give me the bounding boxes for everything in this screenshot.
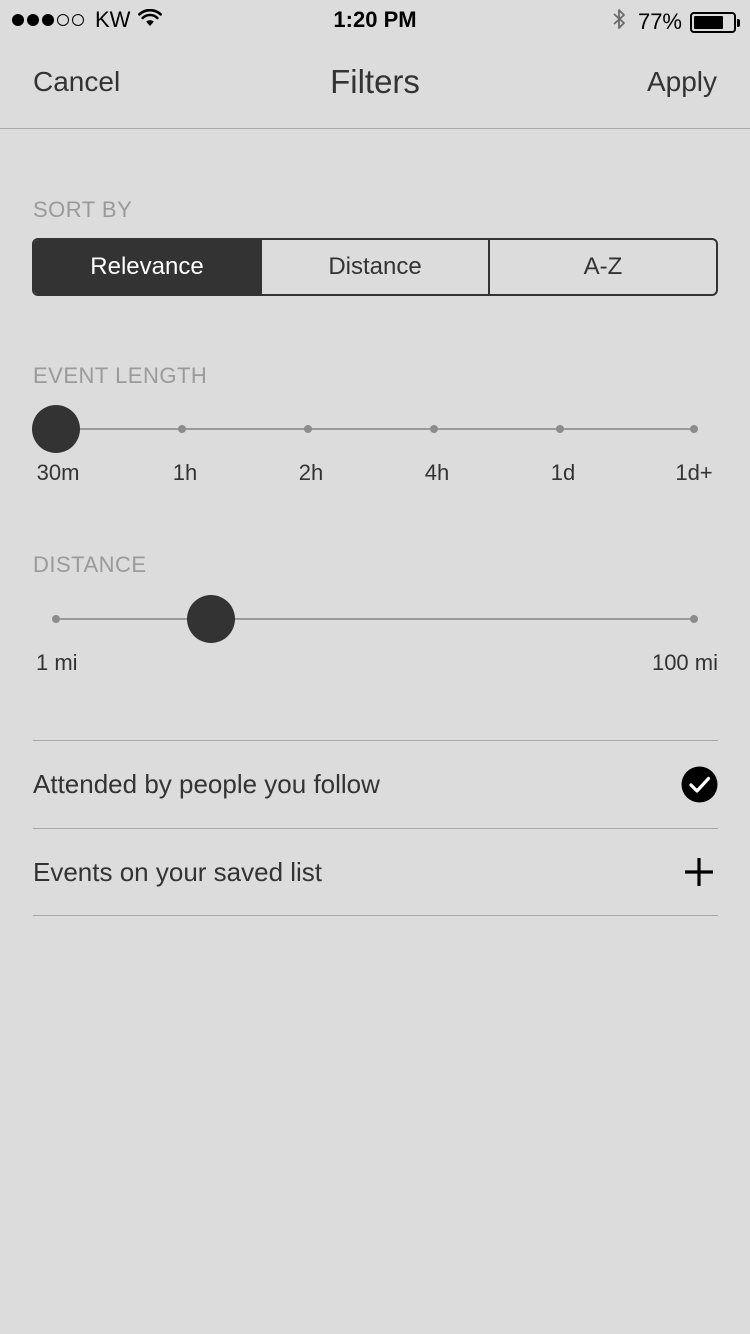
event-length-tick [556, 425, 564, 433]
status-bar: KW 1:20 PM 77% [0, 0, 750, 40]
battery-percentage: 77% [637, 9, 682, 34]
event-length-stop-label: 1d [550, 460, 576, 485]
checkmark-circle-icon[interactable] [680, 766, 718, 804]
filter-row-attended-by-followed[interactable]: Attended by people you follow [33, 740, 718, 828]
sort-option-a-z[interactable]: A-Z [488, 240, 716, 294]
event-length-stop-label: 2h [298, 460, 324, 485]
bluetooth-icon [612, 7, 626, 37]
filters-screen: KW 1:20 PM 77% Cancel Filters Apply SORT… [0, 0, 750, 1334]
distance-thumb[interactable] [186, 595, 235, 643]
event-length-tick [304, 425, 312, 433]
apply-button[interactable]: Apply [647, 66, 717, 98]
distance-label: DISTANCE [33, 552, 147, 577]
event-length-tick [430, 425, 438, 433]
event-length-track[interactable] [56, 428, 694, 430]
event-length-stop-label: 1d+ [675, 460, 713, 485]
event-length-tick [178, 425, 186, 433]
page-title: Filters [330, 63, 420, 100]
plus-icon[interactable] [680, 853, 718, 891]
filter-row-label: Attended by people you follow [33, 769, 380, 799]
nav-bar: Cancel Filters Apply [0, 40, 750, 129]
event-length-stop-label: 4h [424, 460, 450, 485]
sort-by-segmented-control: Relevance Distance A-Z [32, 238, 718, 296]
filter-row-label: Events on your saved list [33, 856, 323, 887]
distance-max-tick [690, 615, 698, 623]
event-length-tick [690, 425, 698, 433]
event-length-stop-label: 1h [172, 460, 198, 485]
status-right: 77% [612, 7, 740, 37]
filter-row-saved-list[interactable]: Events on your saved list [33, 828, 718, 916]
battery-icon [690, 11, 740, 33]
event-length-thumb[interactable] [32, 405, 80, 453]
sort-by-label: SORT BY [33, 197, 133, 222]
event-length-stop-label: 30m [36, 460, 80, 485]
distance-track[interactable] [56, 618, 694, 620]
sort-option-distance[interactable]: Distance [260, 240, 488, 294]
sort-option-relevance[interactable]: Relevance [34, 240, 260, 294]
distance-max-label: 100 mi [651, 650, 718, 675]
distance-min-tick [52, 615, 60, 623]
battery-level [694, 15, 723, 29]
event-length-label: EVENT LENGTH [33, 363, 208, 388]
distance-min-label: 1 mi [36, 650, 78, 675]
